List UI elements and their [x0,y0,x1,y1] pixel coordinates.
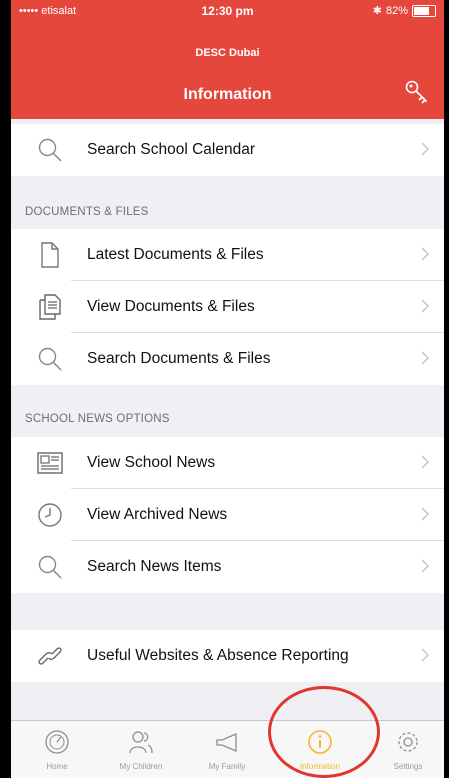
annotation-highlight-circle [268,686,380,778]
app-header: ••••• etisalat 12:30 pm ✱ 82% DESC Dubai… [11,0,444,119]
search-icon [36,345,64,373]
chevron-right-icon [421,142,430,156]
page-title: Information [183,86,272,103]
search-calendar-row[interactable]: Search School Calendar [11,124,444,176]
clock-icon [36,501,64,529]
row-label: Search Documents & Files [87,350,271,367]
bluetooth-icon: ✱ [372,5,382,17]
section-header-news: SCHOOL NEWS OPTIONS [25,413,170,425]
document-icon [36,241,64,269]
chevron-right-icon [421,559,430,573]
search-news-row[interactable]: Search News Items [11,541,444,593]
chevron-right-icon [421,455,430,469]
chevron-right-icon [421,247,430,261]
speedometer-icon [45,730,69,754]
row-label: Search News Items [87,558,222,575]
chevron-right-icon [421,299,430,313]
battery-percent: 82% [385,4,408,17]
row-label: View Archived News [87,506,228,523]
people-icon [129,731,153,754]
battery-fill [414,6,429,15]
view-news-row[interactable]: View School News [11,437,444,489]
school-name: DESC Dubai [195,47,260,59]
search-documents-row[interactable]: Search Documents & Files [11,333,444,385]
latest-documents-row[interactable]: Latest Documents & Files [11,229,444,281]
search-icon [36,553,64,581]
row-label: Latest Documents & Files [87,246,264,263]
row-label: Search School Calendar [87,141,256,158]
section-header-documents: DOCUMENTS & FILES [25,206,149,218]
key-icon[interactable] [404,79,430,105]
status-bar: ••••• etisalat 12:30 pm ✱ 82% [11,0,444,22]
tab-home[interactable]: Home [19,721,95,778]
tab-label: My Family [208,762,246,771]
battery-status: ✱ 82% [373,4,436,17]
search-icon [36,136,64,164]
useful-websites-row[interactable]: Useful Websites & Absence Reporting [11,630,444,682]
chevron-right-icon [421,507,430,521]
tab-settings[interactable]: Settings [370,721,444,778]
documents-stack-icon [36,293,64,321]
view-documents-row[interactable]: View Documents & Files [11,281,444,333]
battery-icon [412,4,436,17]
tab-my-family[interactable]: My Family [189,721,265,778]
megaphone-icon [216,733,237,752]
tab-label: Settings [393,762,423,771]
row-label: View School News [87,454,216,471]
chevron-right-icon [421,648,430,662]
archived-news-row[interactable]: View Archived News [11,489,444,541]
tab-my-children[interactable]: My Children [103,721,179,778]
row-label: Useful Websites & Absence Reporting [87,647,349,664]
tab-label: My Children [119,762,163,771]
newspaper-icon [36,449,64,477]
tab-label: Home [46,762,68,771]
link-icon [36,642,64,670]
row-label: View Documents & Files [87,298,255,315]
app-screen: ••••• etisalat 12:30 pm ✱ 82% DESC Dubai… [11,0,444,778]
chevron-right-icon [421,351,430,365]
gear-icon [398,732,418,752]
phone-frame: ••••• etisalat 12:30 pm ✱ 82% DESC Dubai… [0,0,449,778]
